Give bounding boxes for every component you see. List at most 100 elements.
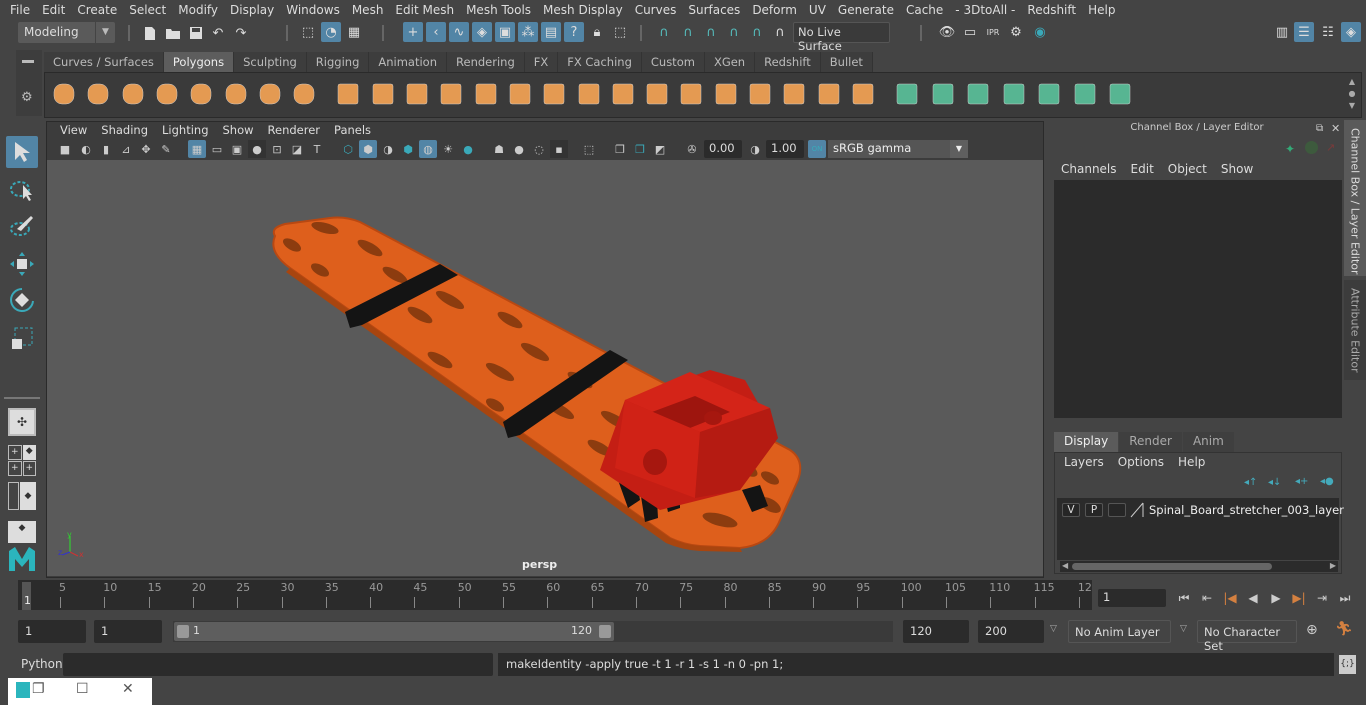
select-component-icon[interactable]: ▦ — [344, 22, 364, 42]
playback-end-field[interactable]: 120 — [903, 620, 969, 643]
character-set-dropdown[interactable]: No Character Set — [1197, 620, 1297, 653]
help-icon[interactable]: ? — [564, 22, 584, 42]
go-to-start-icon[interactable]: ⏮ — [1174, 588, 1194, 608]
grease-pencil-icon[interactable]: ✎ — [157, 140, 175, 158]
layer-visibility-toggle[interactable]: V — [1062, 503, 1080, 517]
viewport-3d-scene[interactable] — [47, 160, 1043, 576]
paint-select-tool[interactable] — [6, 210, 38, 242]
snap-edge-icon[interactable]: ⁂ — [518, 22, 538, 42]
camera-icon[interactable]: ■ — [56, 140, 74, 158]
menu-mesh[interactable]: Mesh — [346, 3, 390, 17]
uv-spherical-icon[interactable] — [964, 80, 992, 108]
shelf-scroll[interactable]: ▲ ● ▼ — [1346, 76, 1358, 112]
depth-of-field-icon[interactable]: ▪ — [550, 140, 568, 158]
outliner-toggle-icon[interactable]: ☷ — [1318, 22, 1338, 42]
tab-fx-caching[interactable]: FX Caching — [558, 52, 642, 72]
merge-icon[interactable] — [815, 80, 843, 108]
gamma-field[interactable]: 1.00 — [766, 140, 804, 158]
scroll-right-icon[interactable]: ▶ — [1330, 561, 1336, 570]
current-frame-field[interactable]: 1 — [1098, 589, 1166, 607]
combine-icon[interactable] — [334, 80, 362, 108]
redo-icon[interactable]: ↷ — [231, 23, 251, 43]
tab-fx[interactable]: FX — [524, 52, 559, 72]
gear-icon[interactable]: ⚙ — [21, 90, 33, 105]
vp-menu-view[interactable]: View — [53, 123, 94, 137]
open-scene-icon[interactable] — [163, 23, 183, 43]
range-slider-bar[interactable]: 1 120 — [174, 622, 614, 641]
side-tab-attribute-editor[interactable]: Attribute Editor — [1344, 280, 1366, 380]
cb-menu-edit[interactable]: Edit — [1125, 162, 1162, 176]
camera-attributes-icon[interactable]: ◐ — [77, 140, 95, 158]
snap-live-icon[interactable]: ▣ — [495, 22, 515, 42]
snap-magnet-curve-icon[interactable]: ∩ — [678, 22, 698, 42]
bookmark-icon[interactable]: ▮ — [97, 140, 115, 158]
tab-rendering[interactable]: Rendering — [447, 52, 525, 72]
range-end-handle[interactable] — [599, 625, 611, 638]
layer-scrollbar[interactable]: ◀ ▶ — [1060, 561, 1338, 572]
exposure-icon[interactable]: ✇ — [683, 140, 701, 158]
menu-generate[interactable]: Generate — [832, 3, 900, 17]
poly-cube-icon[interactable] — [84, 80, 112, 108]
xray-components-icon[interactable]: ◩ — [651, 140, 669, 158]
menu-3dtoall[interactable]: - 3DtoAll - — [949, 3, 1021, 17]
menu-display[interactable]: Display — [224, 3, 280, 17]
color-space-dropdown[interactable]: sRGB gamma ▼ — [828, 140, 968, 158]
vp-menu-shading[interactable]: Shading — [94, 123, 155, 137]
field-chart-icon[interactable]: ⊡ — [268, 140, 286, 158]
menu-mesh-display[interactable]: Mesh Display — [537, 3, 629, 17]
step-forward-key-icon[interactable]: ⇥ — [1312, 588, 1332, 608]
shelf-menu-icon[interactable] — [22, 60, 34, 63]
live-surface-field[interactable]: No Live Surface — [793, 22, 890, 53]
extrude-icon[interactable] — [643, 80, 671, 108]
snap-magnet-plane-icon[interactable]: ∩ — [724, 22, 744, 42]
gamma-icon[interactable]: ◑ — [746, 140, 764, 158]
new-layer-selected-icon[interactable]: ◂● — [1320, 476, 1334, 487]
menu-windows[interactable]: Windows — [280, 3, 346, 17]
hyper-icon[interactable]: ↗ — [1326, 141, 1335, 154]
menu-mesh-tools[interactable]: Mesh Tools — [460, 3, 537, 17]
ipr-render-icon[interactable]: IPR — [983, 22, 1003, 42]
textured-icon[interactable]: ◍ — [419, 140, 437, 158]
isolate-select-icon[interactable]: ⬚ — [580, 140, 598, 158]
hypershade-icon[interactable]: ◉ — [1030, 22, 1050, 42]
command-input[interactable] — [63, 653, 493, 676]
render-view-icon[interactable]: 👁︎ — [937, 22, 957, 42]
move-layer-up-icon[interactable]: ◂↑ — [1244, 477, 1257, 488]
uv-unfold-icon[interactable] — [1035, 80, 1063, 108]
layer-menu-help[interactable]: Help — [1172, 455, 1213, 469]
float-panel-icon[interactable]: ⧉ — [1316, 123, 1323, 134]
tab-curves-surfaces[interactable]: Curves / Surfaces — [44, 52, 164, 72]
tab-redshift[interactable]: Redshift — [755, 52, 821, 72]
new-layer-icon[interactable]: ◂+ — [1295, 476, 1308, 487]
next-key-icon[interactable]: ▶| — [1289, 588, 1309, 608]
vp-menu-lighting[interactable]: Lighting — [155, 123, 215, 137]
insert-edge-loop-icon[interactable] — [677, 80, 705, 108]
menu-redshift[interactable]: Redshift — [1021, 3, 1082, 17]
layer-color-swatch[interactable] — [1130, 502, 1144, 518]
menu-file[interactable]: File — [4, 3, 36, 17]
append-icon[interactable] — [712, 80, 740, 108]
wireframe-on-shaded-icon[interactable]: ⬢ — [399, 140, 417, 158]
maximize-icon[interactable]: ☐ — [76, 681, 89, 697]
ambient-occlusion-icon[interactable]: ☗ — [490, 140, 508, 158]
save-scene-icon[interactable] — [186, 23, 206, 43]
move-layer-down-icon[interactable]: ◂↓ — [1268, 477, 1281, 488]
animation-preferences-icon[interactable]: 🏃︎ — [1335, 621, 1353, 637]
lasso-tool[interactable] — [6, 174, 38, 206]
undo-icon[interactable]: ↶ — [208, 23, 228, 43]
start-time-field[interactable]: 1 — [18, 620, 86, 643]
script-editor-icon[interactable]: {;} — [1339, 655, 1356, 674]
tab-bullet[interactable]: Bullet — [820, 52, 873, 72]
render-frame-icon[interactable]: ▭ — [960, 22, 980, 42]
snap-curve-icon[interactable]: ‹ — [426, 22, 446, 42]
layer-name[interactable]: Spinal_Board_stretcher_003_layer — [1149, 503, 1344, 517]
mirror-icon[interactable] — [403, 80, 431, 108]
film-gate-icon[interactable]: ▭ — [208, 140, 226, 158]
uv-planar-icon[interactable] — [893, 80, 921, 108]
safe-action-icon[interactable]: ◪ — [288, 140, 306, 158]
side-tab-channel-box[interactable]: Channel Box / Layer Editor — [1344, 120, 1366, 276]
color-management-toggle[interactable]: ON — [808, 140, 826, 158]
snap-point-icon[interactable]: ∿ — [449, 22, 469, 42]
uv-sew-icon[interactable] — [1106, 80, 1134, 108]
anim-layer-dropdown[interactable]: No Anim Layer — [1068, 620, 1171, 643]
